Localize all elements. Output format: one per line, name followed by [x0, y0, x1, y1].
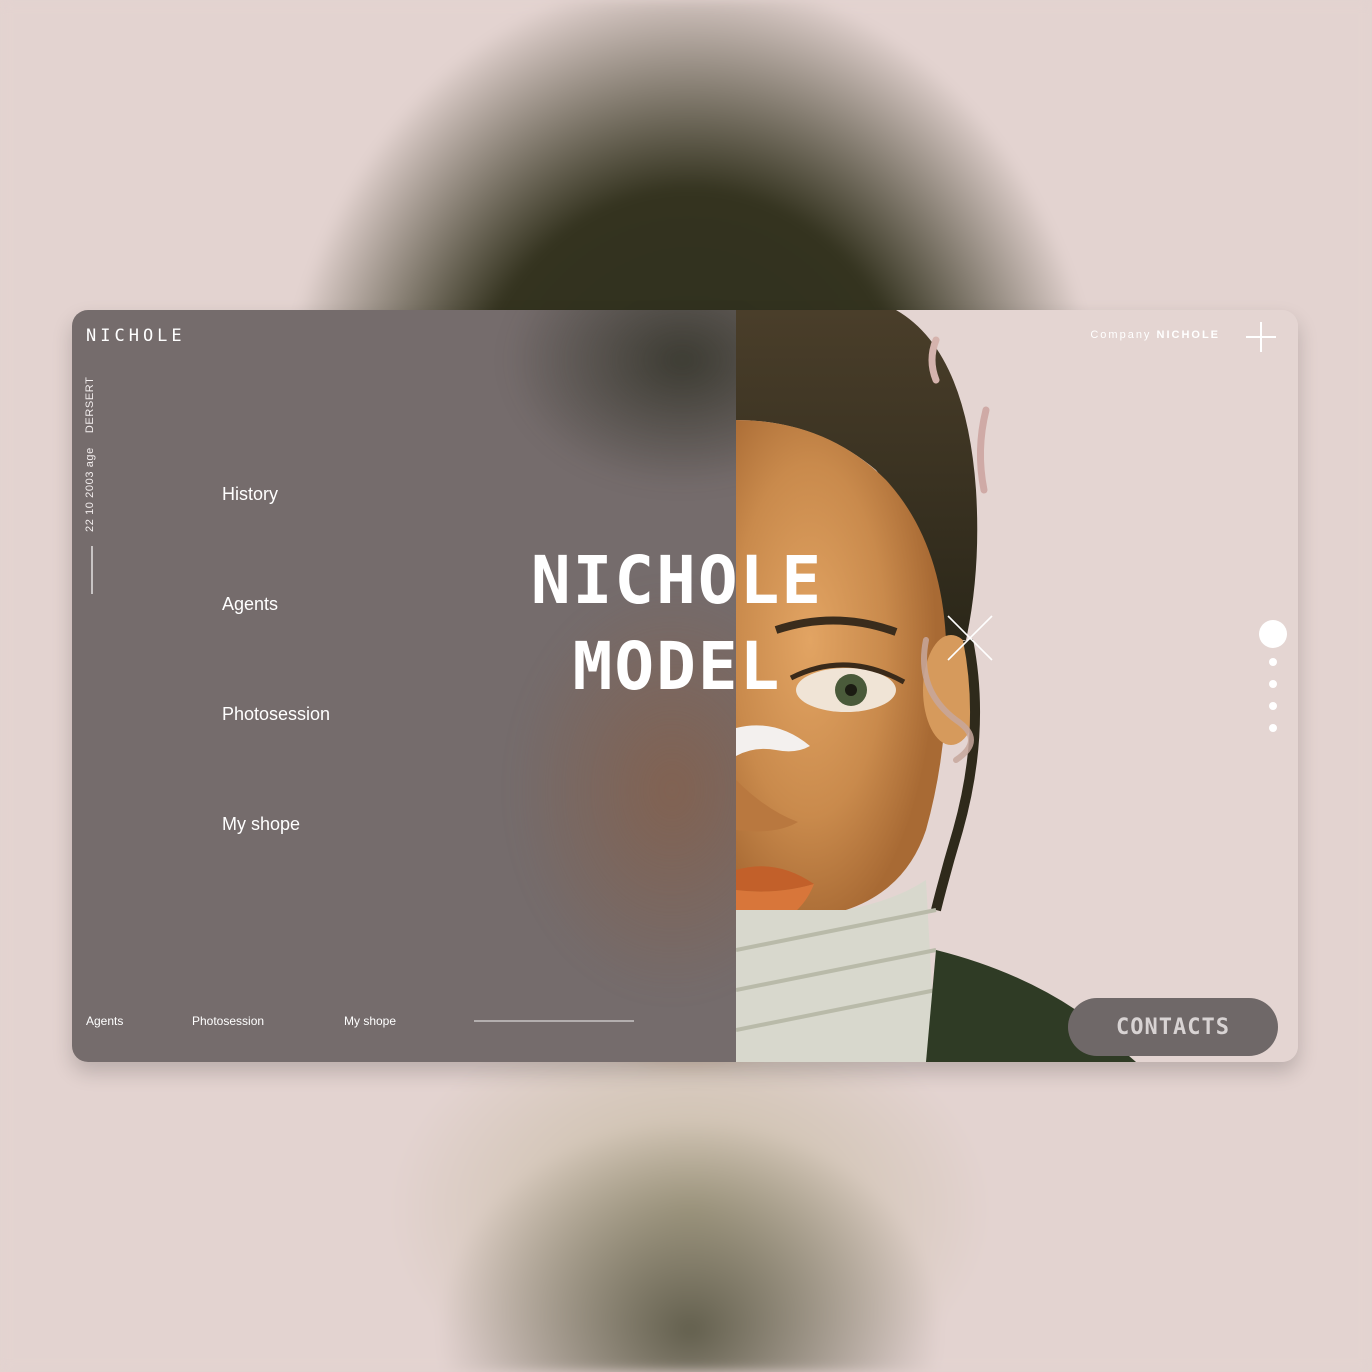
side-info-dersert: DERSERT	[84, 376, 96, 434]
bottom-nav-agents[interactable]: Agents	[86, 1014, 123, 1028]
pagination-dot[interactable]	[1269, 724, 1277, 732]
pagination-dot[interactable]	[1269, 680, 1277, 688]
bottom-progress-line	[474, 1020, 634, 1022]
pagination-dot[interactable]	[1269, 702, 1277, 710]
side-divider	[91, 546, 93, 594]
pagination-dot[interactable]	[1269, 658, 1277, 666]
side-info: 22 10 2003 age DERSERT	[84, 372, 96, 532]
brand-logo[interactable]: NICHOLE	[86, 326, 186, 346]
hero-title-line1: NICHOLE	[530, 542, 824, 619]
menu-item-my-shope[interactable]: My shope	[222, 814, 300, 835]
pagination-dot-active[interactable]	[1259, 620, 1287, 648]
company-label: Company NICHOLE	[1090, 329, 1220, 341]
menu-item-history[interactable]: History	[222, 484, 278, 505]
contacts-button[interactable]: CONTACTS	[1068, 998, 1278, 1056]
menu-item-agents[interactable]: Agents	[222, 594, 278, 615]
bottom-nav-photosession[interactable]: Photosession	[192, 1014, 264, 1028]
company-name: NICHOLE	[1156, 329, 1220, 341]
menu-item-photosession[interactable]: Photosession	[222, 704, 330, 725]
main-card: NICHOLE 22 10 2003 age DERSERT History Ag…	[72, 310, 1298, 1062]
hero-title: NICHOLE MODEL	[512, 538, 842, 710]
bottom-nav-my-shope[interactable]: My shope	[344, 1014, 396, 1028]
plus-icon[interactable]	[1246, 322, 1276, 352]
company-prefix: Company	[1090, 329, 1152, 341]
side-info-age: 22 10 2003 age	[84, 447, 96, 532]
hero-title-line2: MODEL	[572, 628, 782, 705]
close-icon[interactable]	[946, 614, 994, 662]
